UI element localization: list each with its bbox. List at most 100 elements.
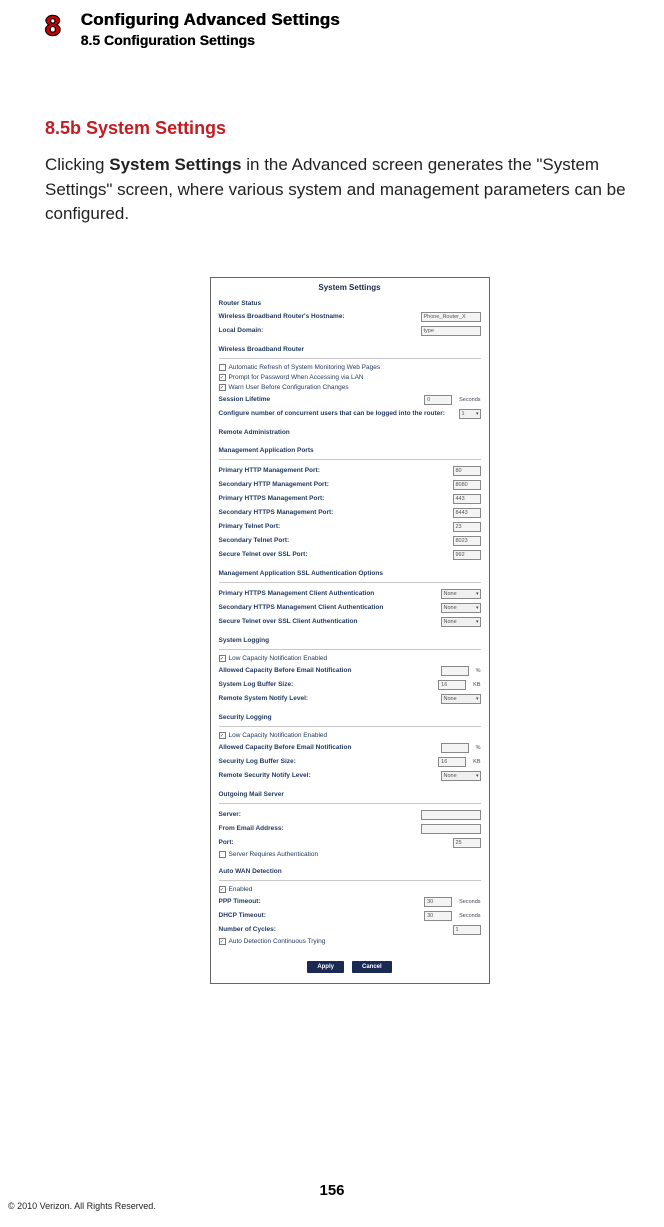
section-heading: Security Logging — [219, 712, 481, 724]
ppp-input[interactable]: 30 — [424, 897, 452, 907]
checkbox-label: Low Capacity Notification Enabled — [229, 732, 328, 739]
prompt-password-checkbox[interactable] — [219, 374, 226, 381]
copyright-notice: © 2010 Verizon. All Rights Reserved. — [8, 1201, 156, 1211]
unit-label: % — [473, 745, 481, 751]
port-input[interactable]: 443 — [453, 494, 481, 504]
lowcap-checkbox[interactable] — [219, 732, 226, 739]
prompt-password-row: Prompt for Password When Accessing via L… — [219, 373, 481, 383]
capacity-input[interactable] — [441, 666, 469, 676]
notify-select[interactable]: None — [441, 771, 481, 781]
continuous-row: Auto Detection Continuous Trying — [219, 937, 481, 947]
buffer-row: System Log Buffer Size:16KB — [219, 678, 481, 692]
warn-user-checkbox[interactable] — [219, 384, 226, 391]
checkbox-label: Warn User Before Configuration Changes — [229, 384, 349, 391]
chapter-number: 8 — [45, 12, 61, 40]
from-label: From Email Address: — [219, 825, 417, 832]
dhcp-row: DHCP Timeout:30 Seconds — [219, 909, 481, 923]
auth-row: Secondary HTTPS Management Client Authen… — [219, 601, 481, 615]
notify-select[interactable]: None — [441, 694, 481, 704]
buffer-label: Security Log Buffer Size: — [219, 758, 435, 765]
port-input[interactable]: 8080 — [453, 480, 481, 490]
button-row: Apply Cancel — [211, 953, 489, 975]
warn-user-row: Warn User Before Configuration Changes — [219, 383, 481, 393]
users-label: Configure number of concurrent users tha… — [219, 410, 455, 417]
buffer-input[interactable]: 16 — [438, 757, 466, 767]
section-heading: Remote Administration — [219, 427, 481, 439]
session-input[interactable]: 0 — [424, 395, 452, 405]
cycles-input[interactable]: 1 — [453, 925, 481, 935]
lowcap-row: Low Capacity Notification Enabled — [219, 731, 481, 741]
notify-label: Remote System Notify Level: — [219, 695, 437, 702]
capacity-row: Allowed Capacity Before Email Notificati… — [219, 741, 481, 755]
auth-checkbox[interactable] — [219, 851, 226, 858]
dhcp-input[interactable]: 30 — [424, 911, 452, 921]
notify-row: Remote System Notify Level: None — [219, 692, 481, 706]
auto-refresh-checkbox[interactable] — [219, 364, 226, 371]
capacity-input[interactable] — [441, 743, 469, 753]
page-number: 156 — [0, 1182, 664, 1199]
notify-label: Remote Security Notify Level: — [219, 772, 437, 779]
port-row: Secondary Telnet Port:8023 — [219, 534, 481, 548]
lowcap-row: Low Capacity Notification Enabled — [219, 654, 481, 664]
security-logging-section: Security Logging Low Capacity Notificati… — [211, 712, 489, 789]
router-status-section: Router Status Wireless Broadband Router'… — [211, 298, 489, 344]
checkbox-label: Low Capacity Notification Enabled — [229, 655, 328, 662]
apply-button[interactable]: Apply — [307, 961, 344, 973]
subsection-heading: 8.5b System Settings — [45, 118, 654, 139]
chapter-title: Configuring Advanced Settings — [81, 10, 340, 30]
port-label: Primary HTTP Management Port: — [219, 467, 449, 474]
header-text: Configuring Advanced Settings 8.5 Config… — [81, 10, 340, 48]
domain-input[interactable]: type — [421, 326, 481, 336]
ssl-auth-section: Management Application SSL Authenticatio… — [211, 568, 489, 635]
ppp-row: PPP Timeout:30Seconds — [219, 895, 481, 909]
port-input[interactable]: 25 — [453, 838, 481, 848]
port-label: Secure Telnet over SSL Port: — [219, 551, 449, 558]
buffer-input[interactable]: 16 — [438, 680, 466, 690]
cancel-button[interactable]: Cancel — [352, 961, 392, 973]
auth-select[interactable]: None — [441, 617, 481, 627]
buffer-row: Security Log Buffer Size:16 KB — [219, 755, 481, 769]
lowcap-checkbox[interactable] — [219, 655, 226, 662]
checkbox-label: Auto Detection Continuous Trying — [229, 938, 326, 945]
para-bold: System Settings — [109, 155, 241, 174]
dhcp-label: DHCP Timeout: — [219, 912, 421, 919]
capacity-row: Allowed Capacity Before Email Notificati… — [219, 664, 481, 678]
from-input[interactable] — [421, 824, 481, 834]
section-heading: System Logging — [219, 635, 481, 647]
port-row: Primary Telnet Port:23 — [219, 520, 481, 534]
unit-label: Seconds — [456, 913, 480, 919]
body-content: 8.5b System Settings Clicking System Set… — [0, 48, 664, 984]
continuous-checkbox[interactable] — [219, 938, 226, 945]
port-input[interactable]: 8443 — [453, 508, 481, 518]
port-label: Secondary HTTP Management Port: — [219, 481, 449, 488]
concurrent-users-row: Configure number of concurrent users tha… — [219, 407, 481, 421]
server-input[interactable] — [421, 810, 481, 820]
port-row: Secure Telnet over SSL Port: 992 — [219, 548, 481, 562]
auth-select[interactable]: None — [441, 603, 481, 613]
auth-select[interactable]: None — [441, 589, 481, 599]
auth-label: Secondary HTTPS Management Client Authen… — [219, 604, 437, 611]
port-row: Primary HTTP Management Port: 80 — [219, 464, 481, 478]
section-heading: Outgoing Mail Server — [219, 789, 481, 801]
unit-label: KB — [470, 759, 480, 765]
from-row: From Email Address: — [219, 822, 481, 836]
port-input[interactable]: 992 — [453, 550, 481, 560]
port-input[interactable]: 8023 — [453, 536, 481, 546]
mgmt-ports-section: Management Application Ports Primary HTT… — [211, 445, 489, 568]
port-row: Secondary HTTP Management Port: 8080 — [219, 478, 481, 492]
enabled-checkbox[interactable] — [219, 886, 226, 893]
port-row: Port:25 — [219, 836, 481, 850]
section-heading: Wireless Broadband Router — [219, 344, 481, 356]
port-input[interactable]: 23 — [453, 522, 481, 532]
section-heading: Auto WAN Detection — [219, 866, 481, 878]
port-input[interactable]: 80 — [453, 466, 481, 476]
users-select[interactable]: 1 — [459, 409, 481, 419]
auto-wan-section: Auto WAN Detection Enabled PPP Timeout:3… — [211, 866, 489, 953]
figure-title: System Settings — [211, 278, 489, 298]
hostname-input[interactable]: Phone_Router_X — [421, 312, 481, 322]
notify-row: Remote Security Notify Level: None — [219, 769, 481, 783]
wbr-section: Wireless Broadband Router Automatic Refr… — [211, 344, 489, 427]
hostname-row: Wireless Broadband Router's Hostname: Ph… — [219, 310, 481, 324]
server-label: Server: — [219, 811, 417, 818]
mail-server-section: Outgoing Mail Server Server: From Email … — [211, 789, 489, 866]
